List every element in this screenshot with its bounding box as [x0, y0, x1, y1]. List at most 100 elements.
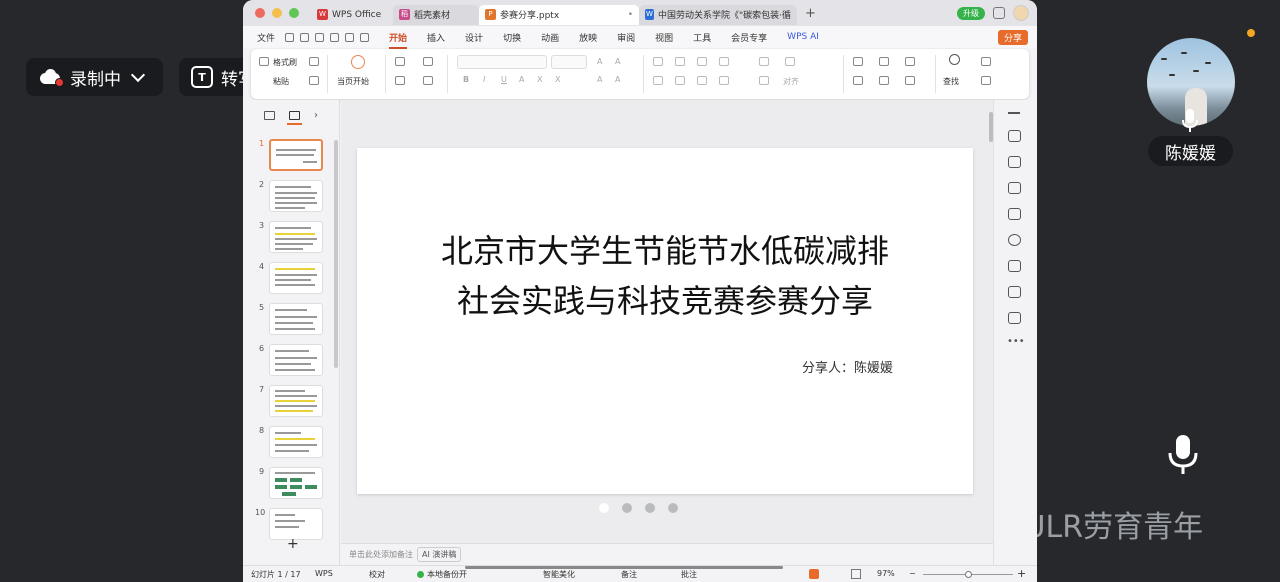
font-grow-icon[interactable]: A [597, 57, 602, 66]
paste-button[interactable]: 粘贴 [273, 76, 289, 87]
slide-thumb-3[interactable]: 3 [243, 221, 333, 257]
font-color-icon[interactable]: A [597, 75, 602, 84]
bold-icon[interactable]: B [463, 75, 469, 84]
picture-icon[interactable] [879, 57, 889, 66]
preview-icon[interactable] [330, 32, 340, 42]
outdent-icon[interactable] [719, 57, 729, 66]
text-direction-icon[interactable] [785, 57, 795, 66]
justify-icon[interactable] [719, 76, 729, 85]
undo-icon[interactable] [345, 32, 355, 42]
italic-icon[interactable]: I [483, 75, 485, 84]
underline-icon[interactable]: U [501, 75, 507, 84]
notes-toggle[interactable]: 备注 [621, 569, 637, 580]
theme-label[interactable]: WPS [315, 569, 333, 578]
align-center-icon[interactable] [675, 76, 685, 85]
add-slide-icon[interactable]: + [287, 536, 299, 552]
microphone-button-icon[interactable] [1166, 434, 1200, 476]
font-name-select[interactable] [457, 55, 547, 69]
strike-icon[interactable]: A [519, 75, 524, 84]
highlight-icon[interactable]: A [615, 75, 620, 84]
superscript-icon[interactable]: X [537, 75, 542, 84]
chevron-right-icon[interactable]: › [314, 110, 318, 121]
slide-thumb-2[interactable]: 2 [243, 180, 333, 216]
notes-placeholder[interactable]: 单击此处添加备注 [349, 549, 413, 560]
settings-icon[interactable] [1008, 130, 1021, 142]
menu-insert[interactable]: 插入 [417, 31, 455, 44]
fill-icon[interactable] [905, 57, 915, 66]
history-icon[interactable] [1008, 234, 1021, 246]
format-painter-button[interactable]: 格式刷 [273, 57, 297, 68]
current-slide[interactable]: 北京市大学生节能节水低碳减排 社会实践与科技竞赛参赛分享 分享人：陈媛媛 [357, 148, 973, 494]
font-size-select[interactable] [551, 55, 587, 69]
menu-view[interactable]: 视图 [645, 31, 683, 44]
smart-beautify-button[interactable]: 智能美化 [543, 569, 575, 580]
window-layout-icon[interactable] [993, 7, 1005, 19]
minimize-window-button[interactable] [272, 8, 282, 18]
thumbnail-view-icon[interactable] [287, 110, 302, 125]
slide-thumb-8[interactable]: 8 [243, 426, 333, 462]
replace-icon[interactable] [981, 76, 991, 85]
play-slideshow-icon[interactable] [809, 569, 819, 579]
shape-icon[interactable] [853, 57, 863, 66]
upgrade-button[interactable]: 升级 [957, 6, 985, 20]
new-tab-icon[interactable]: + [805, 6, 816, 21]
ai-script-button[interactable]: AI 演讲稿 [417, 547, 462, 562]
search-icon[interactable] [949, 54, 960, 65]
align-left-icon[interactable] [653, 76, 663, 85]
slide-title[interactable]: 北京市大学生节能节水低碳减排 社会实践与科技竞赛参赛分享 [357, 226, 973, 326]
slide-thumb-5[interactable]: 5 [243, 303, 333, 339]
menu-design[interactable]: 设计 [455, 31, 493, 44]
menu-home[interactable]: 开始 [379, 31, 417, 49]
find-button[interactable]: 查找 [943, 76, 959, 87]
tools-icon[interactable] [1008, 260, 1021, 272]
slide-thumb-4[interactable]: 4 [243, 262, 333, 298]
slide-thumb-6[interactable]: 6 [243, 344, 333, 380]
copy-icon[interactable] [309, 76, 319, 85]
menu-wps-ai[interactable]: WPS AI [777, 32, 829, 42]
comment-icon[interactable] [1008, 312, 1021, 324]
zoom-in-icon[interactable]: + [1017, 567, 1026, 580]
reset-icon[interactable] [423, 76, 433, 85]
fit-window-icon[interactable] [851, 569, 861, 579]
slide-thumb-7[interactable]: 7 [243, 385, 333, 421]
outline-icon[interactable] [905, 76, 915, 85]
tab-word-doc[interactable]: W 中国劳动关系学院《"碳索包装·循 [639, 4, 797, 25]
share-button[interactable]: 分享 [997, 30, 1028, 45]
menu-transition[interactable]: 切换 [493, 31, 531, 44]
play-icon[interactable] [351, 55, 365, 69]
outline-view-icon[interactable] [264, 110, 275, 120]
close-window-button[interactable] [255, 8, 265, 18]
save-icon[interactable] [285, 32, 295, 42]
cut-icon[interactable] [309, 57, 319, 66]
tab-close-icon[interactable]: • [628, 10, 633, 20]
image-edit-icon[interactable] [1008, 208, 1021, 220]
print-icon[interactable] [315, 32, 325, 42]
section-icon[interactable] [395, 76, 405, 85]
align-button[interactable]: 对齐 [783, 76, 799, 87]
menu-animation[interactable]: 动画 [531, 31, 569, 44]
zoom-out-icon[interactable]: − [909, 569, 916, 578]
tab-pptx[interactable]: P 参赛分享.pptx • [479, 4, 639, 25]
zoom-level[interactable]: 97% [877, 569, 895, 578]
slide-thumb-1[interactable]: 1 [243, 139, 333, 175]
recording-indicator[interactable]: 录制中 [26, 58, 163, 96]
export-icon[interactable] [300, 32, 310, 42]
menu-member[interactable]: 会员专享 [721, 31, 777, 44]
slide-presenter[interactable]: 分享人：陈媛媛 [802, 357, 893, 376]
indent-icon[interactable] [697, 57, 707, 66]
menu-file[interactable]: 文件 [251, 31, 285, 44]
backup-status[interactable]: 本地备份开 [417, 569, 467, 580]
layout-icon[interactable] [423, 57, 433, 66]
play-from-current-button[interactable]: 当页开始 [337, 76, 369, 87]
menu-slideshow[interactable]: 放映 [569, 31, 607, 44]
user-avatar[interactable] [1013, 5, 1029, 21]
new-slide-icon[interactable] [395, 57, 405, 66]
arrange-icon[interactable] [879, 76, 889, 85]
more-icon[interactable]: ••• [1007, 336, 1025, 347]
align-right-icon[interactable] [697, 76, 707, 85]
collapse-icon[interactable] [1008, 112, 1020, 114]
bullet-list-icon[interactable] [653, 57, 663, 66]
menu-review[interactable]: 审阅 [607, 31, 645, 44]
line-spacing-icon[interactable] [759, 57, 769, 66]
copy-icon[interactable] [1008, 182, 1021, 194]
